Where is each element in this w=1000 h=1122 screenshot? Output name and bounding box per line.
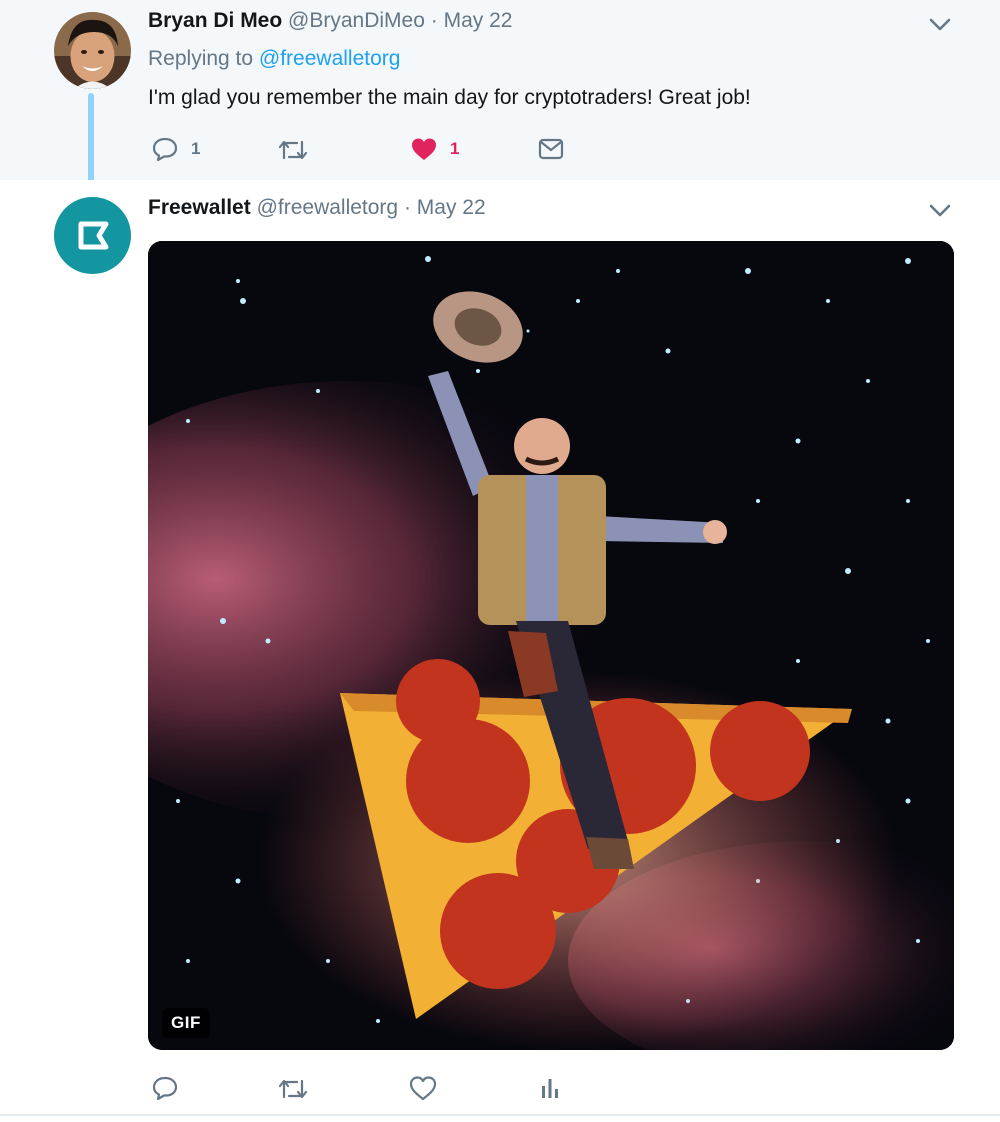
direct-message-button[interactable]	[538, 138, 564, 160]
reply-icon	[152, 137, 178, 162]
analytics-icon	[542, 1079, 558, 1098]
gif-badge: GIF	[162, 1008, 210, 1038]
retweet-button[interactable]	[277, 137, 309, 163]
chevron-down-icon[interactable]	[928, 16, 952, 32]
avatar-image	[54, 12, 131, 89]
analytics-button[interactable]	[540, 1076, 560, 1100]
author-name[interactable]: Freewallet	[148, 196, 251, 219]
tweet-text: I'm glad you remember the main day for c…	[148, 86, 751, 109]
replying-to-mention[interactable]: @freewalletorg	[259, 47, 401, 70]
tweet-header: Bryan Di Meo @BryanDiMeo · May 22	[148, 9, 512, 33]
freewallet-logo-icon	[78, 221, 109, 250]
replying-to-label: Replying to	[148, 47, 254, 70]
author-handle[interactable]: @freewalletorg	[257, 196, 399, 219]
chevron-down-icon[interactable]	[928, 202, 952, 218]
avatar-bryan-di-meo[interactable]	[54, 12, 131, 89]
like-button[interactable]	[409, 1075, 449, 1101]
like-count: 1	[450, 139, 460, 158]
like-icon	[412, 138, 436, 160]
reply-tweet[interactable]: Bryan Di Meo @BryanDiMeo · May 22 Replyi…	[0, 0, 1000, 191]
author-name[interactable]: Bryan Di Meo	[148, 9, 282, 32]
retweet-icon	[278, 140, 308, 160]
replying-to-line: Replying to @freewalletorg	[148, 47, 400, 71]
message-icon	[538, 138, 564, 160]
header-separator: ·	[430, 9, 438, 32]
like-button[interactable]: 1	[410, 136, 459, 162]
like-icon	[409, 1076, 437, 1101]
author-handle[interactable]: @BryanDiMeo	[288, 9, 425, 32]
retweet-icon	[278, 1079, 308, 1099]
gif-image	[148, 241, 954, 1050]
thread-connector-line	[88, 93, 94, 191]
tweet-date[interactable]: May 22	[417, 196, 486, 219]
reply-icon	[152, 1076, 178, 1101]
reply-button[interactable]	[151, 1075, 191, 1101]
header-separator: ·	[403, 196, 411, 219]
reply-count: 1	[191, 139, 201, 158]
main-tweet[interactable]: Freewallet @freewalletorg · May 22 GIF	[0, 180, 1000, 1116]
reply-button[interactable]: 1	[151, 136, 200, 162]
tweet-header: Freewallet @freewalletorg · May 22	[148, 196, 486, 220]
avatar-freewallet[interactable]	[54, 197, 131, 274]
tweet-date[interactable]: May 22	[444, 9, 513, 32]
gif-media[interactable]: GIF	[148, 241, 954, 1050]
tweet-divider	[0, 1114, 1000, 1116]
retweet-button[interactable]	[277, 1076, 321, 1102]
